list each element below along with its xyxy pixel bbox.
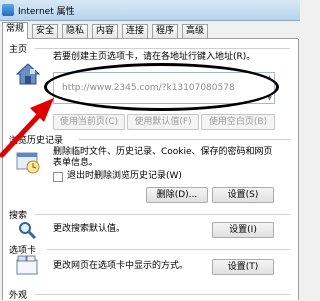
search-settings-button[interactable]: 设置(I) xyxy=(212,222,274,238)
use-default-button[interactable]: 使用默认值(F) xyxy=(127,114,199,130)
window-title: Internet 属性 xyxy=(18,7,75,17)
use-current-button[interactable]: 使用当前页(C) xyxy=(53,114,125,130)
delete-on-exit-label: 退出时删除浏览历史记录(W) xyxy=(67,171,182,181)
homepage-description: 若要创建主页选项卡，请在各地址行键入地址(R)。 xyxy=(53,52,256,62)
tab-security[interactable]: 安全 xyxy=(32,24,59,38)
tabs-icon xyxy=(16,255,38,275)
tabs-description: 更改网页在选项卡中显示的方式。 xyxy=(53,261,189,271)
search-description: 更改搜索默认值。 xyxy=(53,224,126,234)
history-rule xyxy=(79,139,290,140)
homepage-rule xyxy=(35,48,290,49)
appearance-section-title: 外观 xyxy=(9,291,28,301)
tab-advanced[interactable]: 高级 xyxy=(182,24,209,38)
delete-on-exit-checkbox[interactable] xyxy=(53,172,63,182)
home-icon xyxy=(15,63,41,85)
use-blank-button[interactable]: 使用空白页(B) xyxy=(201,114,275,130)
history-description-line1: 删除临时文件、历史记录、Cookie、保存的密码和网页 xyxy=(53,147,273,157)
history-section-title: 浏览历史记录 xyxy=(9,136,64,146)
annotation-ellipse xyxy=(44,63,279,111)
tab-strip: 常规 安全 隐私 内容 连接 程序 高级 xyxy=(2,22,298,39)
general-tab-panel: 主页 若要创建主页选项卡，请在各地址行键入地址(R)。 http://www.2… xyxy=(2,39,299,301)
tab-content[interactable]: 内容 xyxy=(92,24,119,38)
delete-history-button[interactable]: 删除(D)... xyxy=(146,187,208,203)
tab-programs[interactable]: 程序 xyxy=(152,24,179,38)
title-bar: Internet 属性 xyxy=(0,0,300,21)
tab-privacy[interactable]: 隐私 xyxy=(62,24,89,38)
tab-connections[interactable]: 连接 xyxy=(122,24,149,38)
tab-general[interactable]: 常规 xyxy=(2,22,29,39)
appearance-rule xyxy=(35,294,290,295)
homepage-section-title: 主页 xyxy=(9,45,28,55)
search-rule xyxy=(35,214,290,215)
tabs-settings-button[interactable]: 设置(T) xyxy=(212,259,274,275)
history-settings-button[interactable]: 设置(S) xyxy=(212,187,274,203)
tabs-rule xyxy=(47,249,290,250)
search-icon xyxy=(19,222,37,240)
history-icon xyxy=(16,152,40,174)
internet-options-icon xyxy=(2,4,14,16)
history-description-line2: 表单信息。 xyxy=(53,158,99,168)
